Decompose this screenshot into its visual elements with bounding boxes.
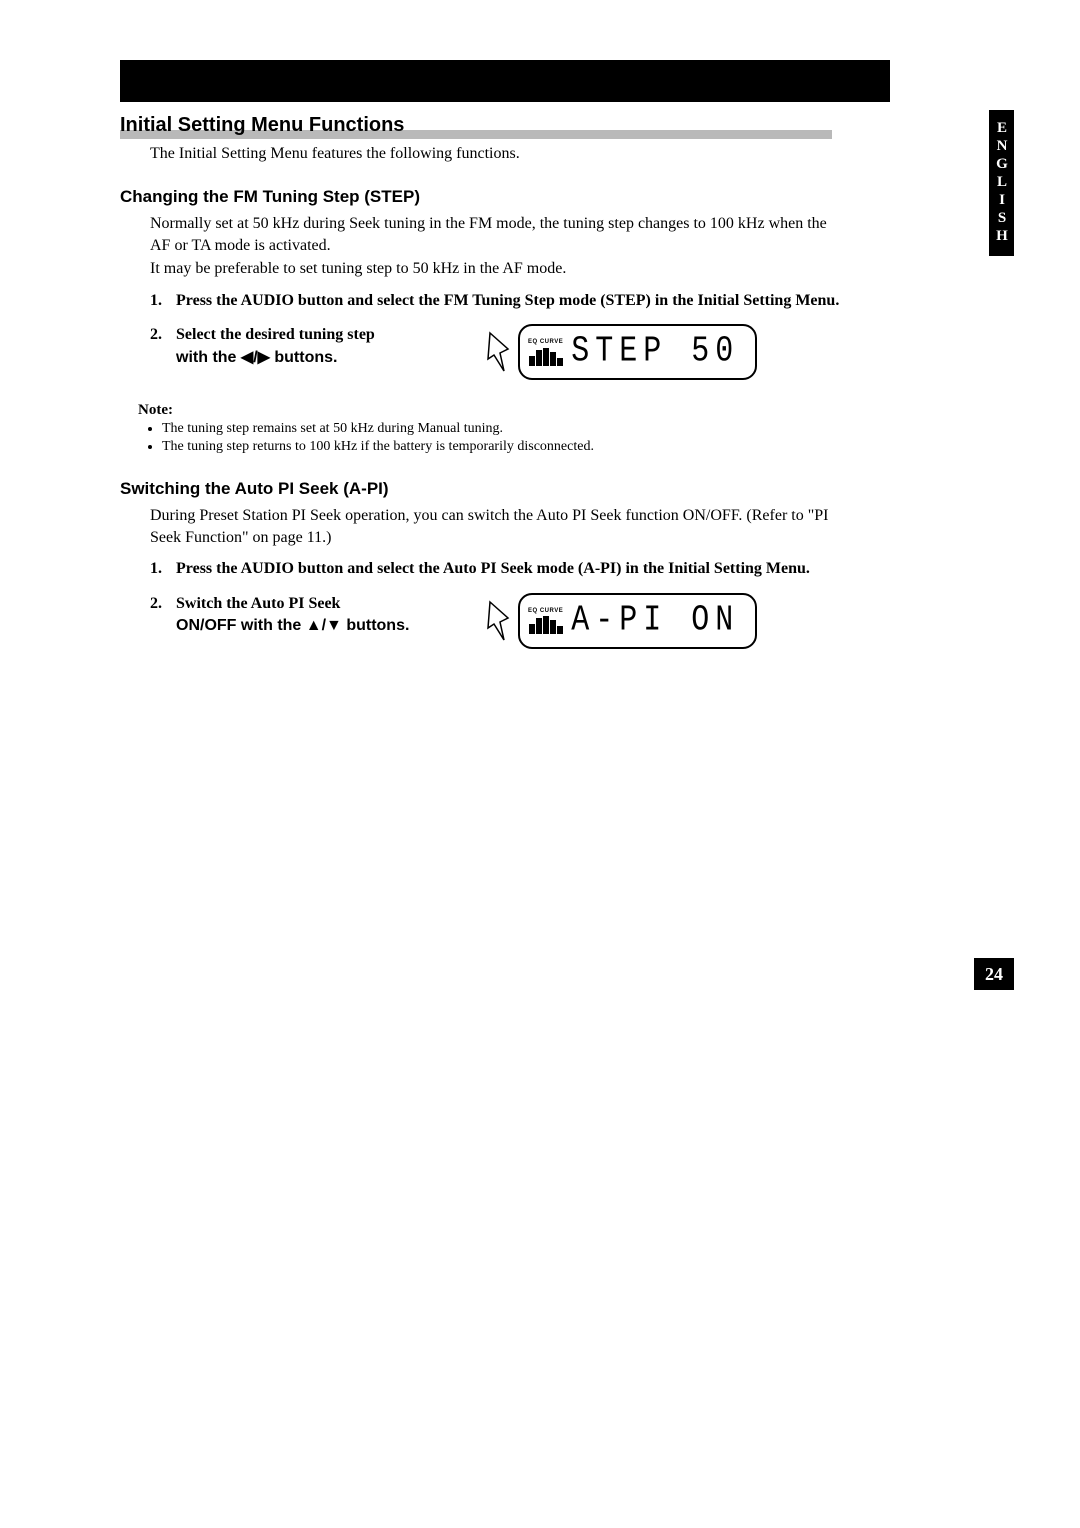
fm-para-1: Normally set at 50 kHz during Seek tunin… bbox=[150, 213, 830, 256]
api-lcd-illustration: EQ CURVE A-PI ON bbox=[486, 593, 757, 649]
api-steps: Press the AUDIO button and select the Au… bbox=[120, 558, 960, 648]
lcd-display: EQ CURVE A-PI ON bbox=[518, 593, 757, 649]
fm-steps: Press the AUDIO button and select the FM… bbox=[120, 290, 960, 380]
api-para-1: During Preset Station PI Seek operation,… bbox=[150, 505, 830, 548]
api-step-2-line-2: ON/OFF with the ▲/▼ buttons. bbox=[176, 617, 409, 634]
pointer-icon bbox=[486, 598, 512, 644]
pointer-icon bbox=[486, 329, 512, 375]
header-black-bar bbox=[120, 60, 890, 102]
manual-page: ENGLISH Initial Setting Menu Functions T… bbox=[120, 60, 960, 649]
lcd-display: EQ CURVE STEP 50 bbox=[518, 324, 757, 380]
fm-note-2: The tuning step returns to 100 kHz if th… bbox=[162, 439, 960, 455]
fm-step-2-line-1: Select the desired tuning step bbox=[176, 326, 375, 343]
page-number-badge: 24 bbox=[974, 958, 1014, 990]
eq-curve-label: EQ CURVE bbox=[528, 607, 563, 615]
page-number: 24 bbox=[974, 958, 1014, 990]
fm-heading: Changing the FM Tuning Step (STEP) bbox=[120, 187, 960, 207]
lcd-text: A-PI ON bbox=[571, 596, 739, 646]
fm-lcd-illustration: EQ CURVE STEP 50 bbox=[486, 324, 757, 380]
api-step-2-line-1: Switch the Auto PI Seek bbox=[176, 595, 340, 612]
section-title: Initial Setting Menu Functions bbox=[120, 114, 832, 139]
api-heading: Switching the Auto PI Seek (A-PI) bbox=[120, 479, 960, 499]
fm-step-2-line-2: with the ◀/▶ buttons. bbox=[176, 349, 337, 366]
api-step-2: Switch the Auto PI Seek ON/OFF with the … bbox=[150, 593, 960, 649]
eq-curve-icon: EQ CURVE bbox=[528, 338, 563, 365]
eq-curve-label: EQ CURVE bbox=[528, 338, 563, 346]
intro-text: The Initial Setting Menu features the fo… bbox=[150, 145, 960, 163]
note-heading: Note: bbox=[138, 402, 960, 419]
api-step-1: Press the AUDIO button and select the Au… bbox=[150, 558, 960, 580]
lcd-text: STEP 50 bbox=[571, 327, 739, 377]
language-tab: ENGLISH bbox=[989, 110, 1014, 256]
eq-curve-icon: EQ CURVE bbox=[528, 607, 563, 634]
fm-step-2: Select the desired tuning step with the … bbox=[150, 324, 960, 380]
fm-step-1: Press the AUDIO button and select the FM… bbox=[150, 290, 960, 312]
fm-para-2: It may be preferable to set tuning step … bbox=[150, 258, 830, 280]
fm-notes: The tuning step remains set at 50 kHz du… bbox=[148, 421, 960, 455]
fm-note-1: The tuning step remains set at 50 kHz du… bbox=[162, 421, 960, 437]
